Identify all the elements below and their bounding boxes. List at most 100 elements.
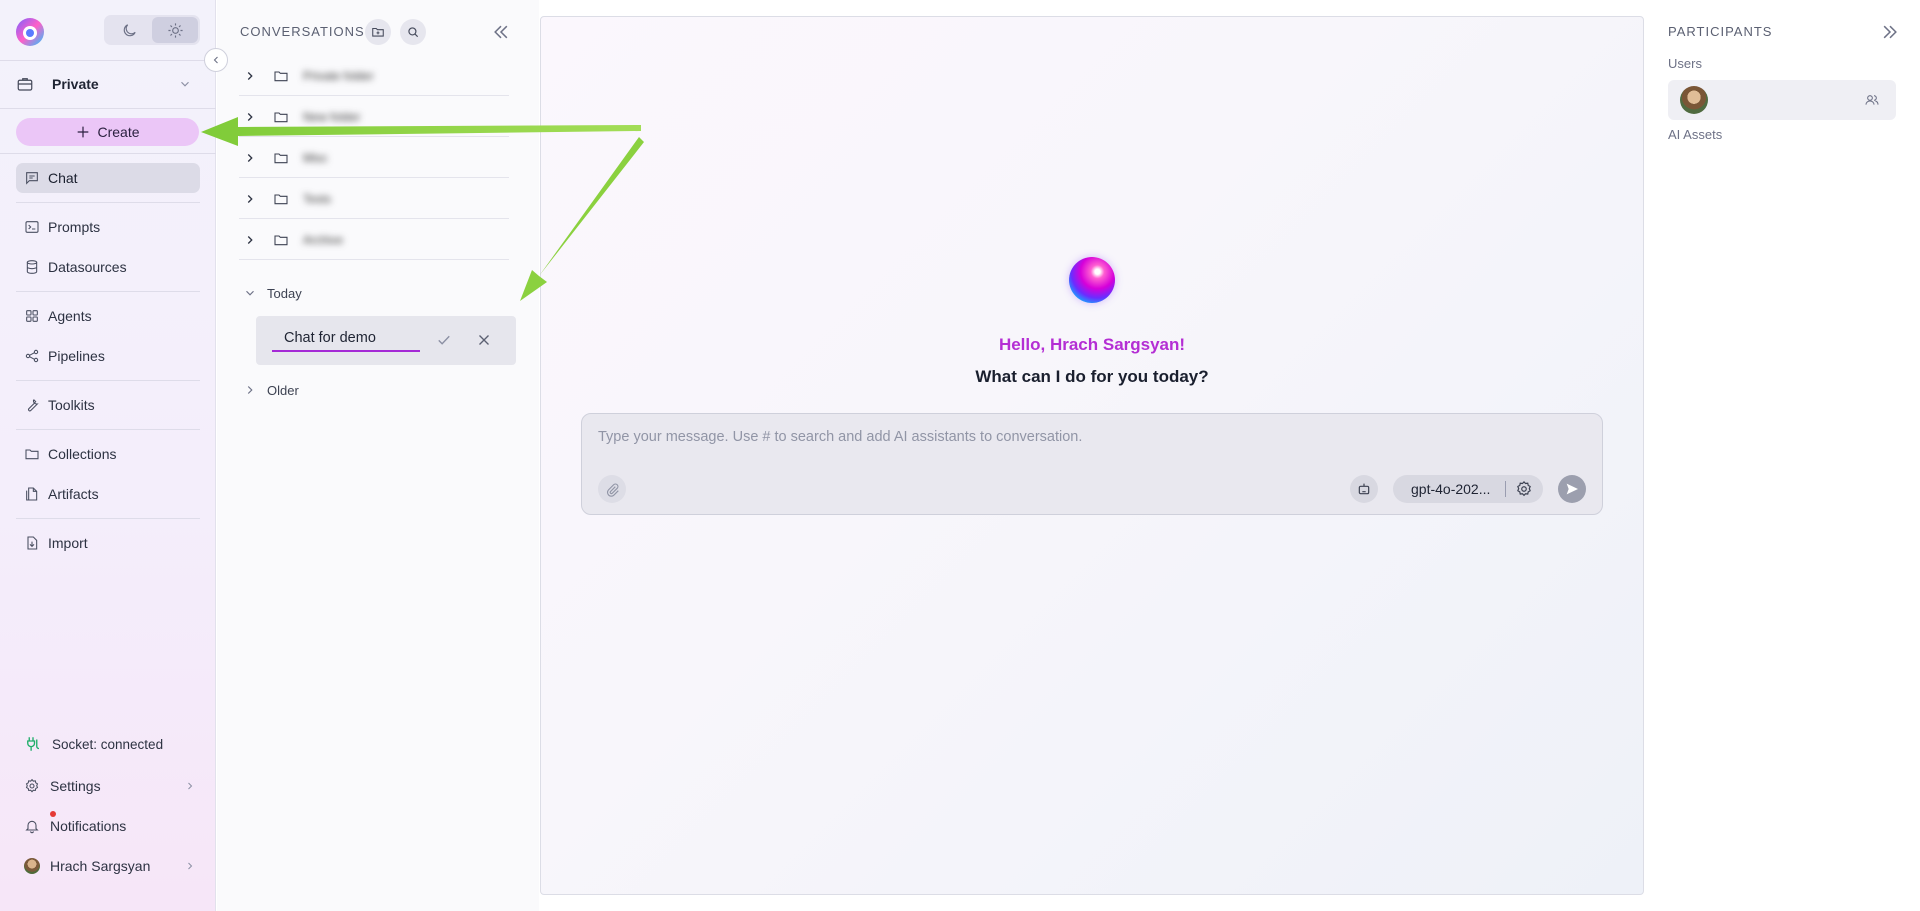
divider bbox=[0, 108, 216, 109]
chevron-right-icon bbox=[243, 110, 257, 124]
participant-user[interactable] bbox=[1668, 80, 1896, 120]
message-composer: gpt-4o-202... bbox=[581, 413, 1603, 515]
sidebar-item-label: Artifacts bbox=[48, 486, 99, 502]
folder-row[interactable]: Private folder bbox=[239, 56, 509, 96]
check-icon[interactable] bbox=[435, 331, 453, 349]
conversations-panel: CONVERSATIONS Private folder New folder … bbox=[217, 0, 539, 911]
sidebar-item-prompts[interactable]: Prompts bbox=[16, 212, 200, 242]
create-button-label: Create bbox=[97, 124, 140, 140]
folder-icon bbox=[273, 191, 289, 207]
group-label: Today bbox=[267, 285, 302, 301]
avatar bbox=[1680, 86, 1708, 114]
folder-name: Tests bbox=[303, 191, 332, 206]
search-button[interactable] bbox=[400, 19, 426, 45]
sun-icon bbox=[167, 22, 184, 39]
send-button[interactable] bbox=[1558, 475, 1586, 503]
chat-main-area: Hello, Hrach Sargsyan! What can I do for… bbox=[540, 16, 1644, 895]
sidebar-item-label: Chat bbox=[48, 170, 78, 186]
settings-menu[interactable]: Settings bbox=[16, 772, 196, 800]
chevron-down-icon bbox=[178, 77, 192, 91]
dark-mode-button[interactable] bbox=[106, 17, 152, 43]
sidebar-item-pipelines[interactable]: Pipelines bbox=[16, 341, 200, 371]
sidebar-item-label: Pipelines bbox=[48, 348, 105, 364]
chat-icon bbox=[24, 170, 40, 186]
sidebar-item-toolkits[interactable]: Toolkits bbox=[16, 390, 200, 420]
sidebar-item-import[interactable]: Import bbox=[16, 528, 200, 558]
group-today[interactable]: Today bbox=[239, 281, 439, 305]
folder-row[interactable]: New folder bbox=[239, 97, 509, 137]
theme-toggle bbox=[104, 15, 200, 45]
folder-row[interactable]: Misc bbox=[239, 138, 509, 178]
project-selector[interactable]: Private bbox=[16, 70, 192, 98]
artifact-icon bbox=[24, 486, 40, 502]
divider bbox=[16, 291, 200, 292]
divider bbox=[0, 153, 216, 154]
group-label: Older bbox=[267, 382, 299, 398]
double-chevron-right-icon[interactable] bbox=[1880, 22, 1900, 42]
settings-label: Settings bbox=[50, 778, 101, 794]
sidebar-item-label: Import bbox=[48, 535, 88, 551]
double-chevron-left-icon[interactable] bbox=[491, 22, 511, 42]
chevron-right-icon bbox=[243, 151, 257, 165]
users-icon[interactable] bbox=[1864, 92, 1880, 108]
divider bbox=[16, 202, 200, 203]
collapse-sidebar-button[interactable] bbox=[204, 48, 228, 72]
grid-icon bbox=[24, 308, 40, 324]
folder-name: Private folder bbox=[303, 68, 374, 83]
sidebar-item-agents[interactable]: Agents bbox=[16, 301, 200, 331]
left-sidebar: Private Create Chat Prompts Datasources bbox=[0, 0, 216, 911]
attach-button[interactable] bbox=[598, 475, 626, 503]
light-mode-button[interactable] bbox=[152, 17, 198, 43]
sidebar-item-artifacts[interactable]: Artifacts bbox=[16, 479, 200, 509]
divider bbox=[16, 518, 200, 519]
chevron-right-icon bbox=[243, 233, 257, 247]
briefcase-icon bbox=[16, 75, 34, 93]
participants-panel: PARTICIPANTS Users AI Assets bbox=[1644, 0, 1920, 911]
divider bbox=[1505, 481, 1506, 497]
folder-name: Archive bbox=[303, 232, 344, 247]
user-menu[interactable]: Hrach Sargsyan bbox=[16, 852, 196, 880]
wrench-icon bbox=[24, 397, 40, 413]
sidebar-item-collections[interactable]: Collections bbox=[16, 439, 200, 469]
sidebar-item-datasources[interactable]: Datasources bbox=[16, 252, 200, 282]
divider bbox=[0, 60, 216, 61]
socket-status-text: Socket: connected bbox=[52, 736, 164, 752]
chevron-right-icon bbox=[243, 192, 257, 206]
sidebar-item-label: Datasources bbox=[48, 259, 127, 275]
moon-icon bbox=[121, 22, 138, 39]
model-selector: gpt-4o-202... bbox=[1393, 475, 1543, 503]
paperclip-icon bbox=[605, 482, 620, 497]
ai-assets-label: AI Assets bbox=[1668, 127, 1723, 142]
participants-title: PARTICIPANTS bbox=[1668, 24, 1773, 39]
notifications-item[interactable]: Notifications bbox=[16, 811, 196, 840]
divider bbox=[16, 429, 200, 430]
new-folder-button[interactable] bbox=[365, 19, 391, 45]
conversations-title: CONVERSATIONS bbox=[240, 24, 365, 39]
project-name: Private bbox=[52, 76, 99, 92]
app-logo[interactable] bbox=[14, 16, 46, 48]
create-button[interactable]: Create bbox=[16, 118, 199, 146]
folder-row[interactable]: Tests bbox=[239, 179, 509, 219]
assistant-button[interactable] bbox=[1350, 475, 1378, 503]
assistant-orb bbox=[1069, 257, 1115, 303]
socket-status: Socket: connected bbox=[16, 730, 196, 758]
settings-icon[interactable] bbox=[1515, 480, 1533, 498]
group-older[interactable]: Older bbox=[239, 378, 439, 402]
chevron-right-icon bbox=[184, 780, 196, 792]
conversation-name-input[interactable] bbox=[272, 326, 420, 352]
folder-icon bbox=[24, 446, 40, 462]
close-icon[interactable] bbox=[475, 331, 493, 349]
sidebar-item-chat[interactable]: Chat bbox=[16, 163, 200, 193]
folder-row[interactable]: Archive bbox=[239, 220, 509, 260]
chevron-left-icon bbox=[210, 54, 222, 66]
folder-icon bbox=[273, 68, 289, 84]
message-input[interactable] bbox=[598, 426, 1578, 448]
notification-dot bbox=[50, 811, 56, 817]
terminal-icon bbox=[24, 219, 40, 235]
folder-name: Misc bbox=[303, 150, 328, 165]
folder-icon bbox=[273, 232, 289, 248]
model-name[interactable]: gpt-4o-202... bbox=[1393, 481, 1505, 497]
import-icon bbox=[24, 535, 40, 551]
folder-plus-icon bbox=[371, 25, 385, 39]
chevron-right-icon bbox=[243, 383, 257, 397]
